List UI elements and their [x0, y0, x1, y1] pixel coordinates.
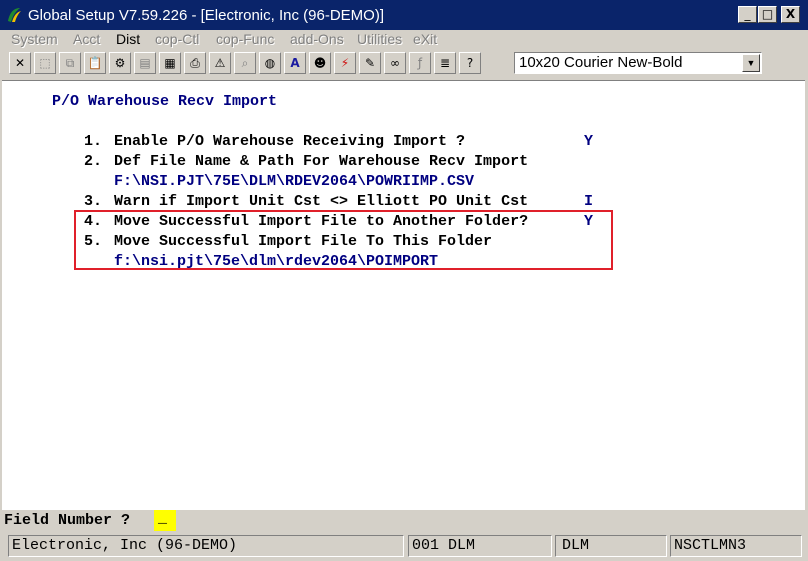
settings-icon[interactable]: ⚙ — [109, 52, 131, 74]
font-select-value: 10x20 Courier New-Bold — [519, 54, 683, 71]
close-icon[interactable]: ✕ — [9, 52, 31, 74]
function-icon[interactable]: ƒ — [409, 52, 431, 74]
menu-acct[interactable]: Acct — [73, 31, 100, 47]
field-number-input[interactable]: _ — [154, 510, 176, 531]
properties-icon[interactable]: ▤ — [134, 52, 156, 74]
menu-cop-func[interactable]: cop-Func — [216, 31, 274, 47]
screen-heading: P/O Warehouse Recv Import — [52, 93, 278, 110]
notes-icon[interactable]: ▦ — [159, 52, 181, 74]
list-icon[interactable]: ≣ — [434, 52, 456, 74]
field-number-prompt: Field Number ? — [4, 512, 131, 529]
menu-dist[interactable]: Dist — [116, 31, 140, 47]
text-icon[interactable]: A — [284, 52, 306, 74]
option-label: Def File Name & Path For Warehouse Recv … — [114, 153, 529, 170]
menu-exit[interactable]: eXit — [413, 31, 437, 47]
option-value: Y — [584, 133, 594, 150]
option-label: Enable P/O Warehouse Receiving Import ? — [114, 133, 466, 150]
option-value: F:\NSI.PJT\75E\DLM\RDEV2064\POWRIIMP.CSV — [114, 173, 475, 190]
menu-cop-ctl[interactable]: cop-Ctl — [155, 31, 199, 47]
toolbar: ✕ ⬚ ⧉ 📋 ⚙ ▤ ▦ ⎙ ⚠ ⌕ ◍ A ☻ ⚡ ✎ ∞ ƒ ≣ ? 10… — [0, 50, 808, 76]
cursor: _ — [158, 510, 168, 527]
link-icon[interactable]: ∞ — [384, 52, 406, 74]
title-bar: Global Setup V7.59.226 - [Electronic, In… — [0, 0, 808, 30]
search-icon[interactable]: ⌕ — [234, 52, 256, 74]
highlight-box — [74, 210, 613, 270]
window-title: Global Setup V7.59.226 - [Electronic, In… — [28, 7, 384, 24]
close-button[interactable]: X — [781, 6, 800, 23]
menu-utilities[interactable]: Utilities — [357, 31, 402, 47]
terminal-screen: P/O Warehouse Recv Import 1. Enable P/O … — [2, 80, 805, 511]
font-select[interactable]: 10x20 Courier New-Bold ▼ — [514, 52, 762, 74]
status-program: NSCTLMN3 — [670, 535, 802, 557]
status-user-code: 001 DLM — [408, 535, 552, 557]
maximize-button[interactable]: □ — [758, 6, 777, 23]
menu-add-ons[interactable]: add-Ons — [290, 31, 344, 47]
select-icon[interactable]: ⬚ — [34, 52, 56, 74]
globe-icon[interactable]: ◍ — [259, 52, 281, 74]
option-value: I — [584, 193, 594, 210]
paste-icon[interactable]: 📋 — [84, 52, 106, 74]
menu-system[interactable]: System — [11, 31, 58, 47]
status-bar: Electronic, Inc (96-DEMO) 001 DLM DLM NS… — [0, 532, 808, 561]
option-number: 2. — [84, 153, 103, 170]
option-label: Warn if Import Unit Cst <> Elliott PO Un… — [114, 193, 529, 210]
minimize-button[interactable]: _ — [738, 6, 757, 23]
user-icon[interactable]: ☻ — [309, 52, 331, 74]
app-icon — [8, 8, 21, 22]
option-number: 3. — [84, 193, 103, 210]
prompt-area: Field Number ? _ — [2, 510, 805, 532]
option-number: 1. — [84, 133, 103, 150]
chevron-down-icon[interactable]: ▼ — [742, 54, 760, 72]
edit-icon[interactable]: ✎ — [359, 52, 381, 74]
status-company: Electronic, Inc (96-DEMO) — [8, 535, 404, 557]
copy-icon[interactable]: ⧉ — [59, 52, 81, 74]
help-icon[interactable]: ? — [459, 52, 481, 74]
lightning-icon[interactable]: ⚡ — [334, 52, 356, 74]
menu-bar: System Acct Dist cop-Ctl cop-Func add-On… — [0, 30, 808, 50]
print-icon[interactable]: ⎙ — [184, 52, 206, 74]
status-user: DLM — [555, 535, 667, 557]
alert-icon[interactable]: ⚠ — [209, 52, 231, 74]
